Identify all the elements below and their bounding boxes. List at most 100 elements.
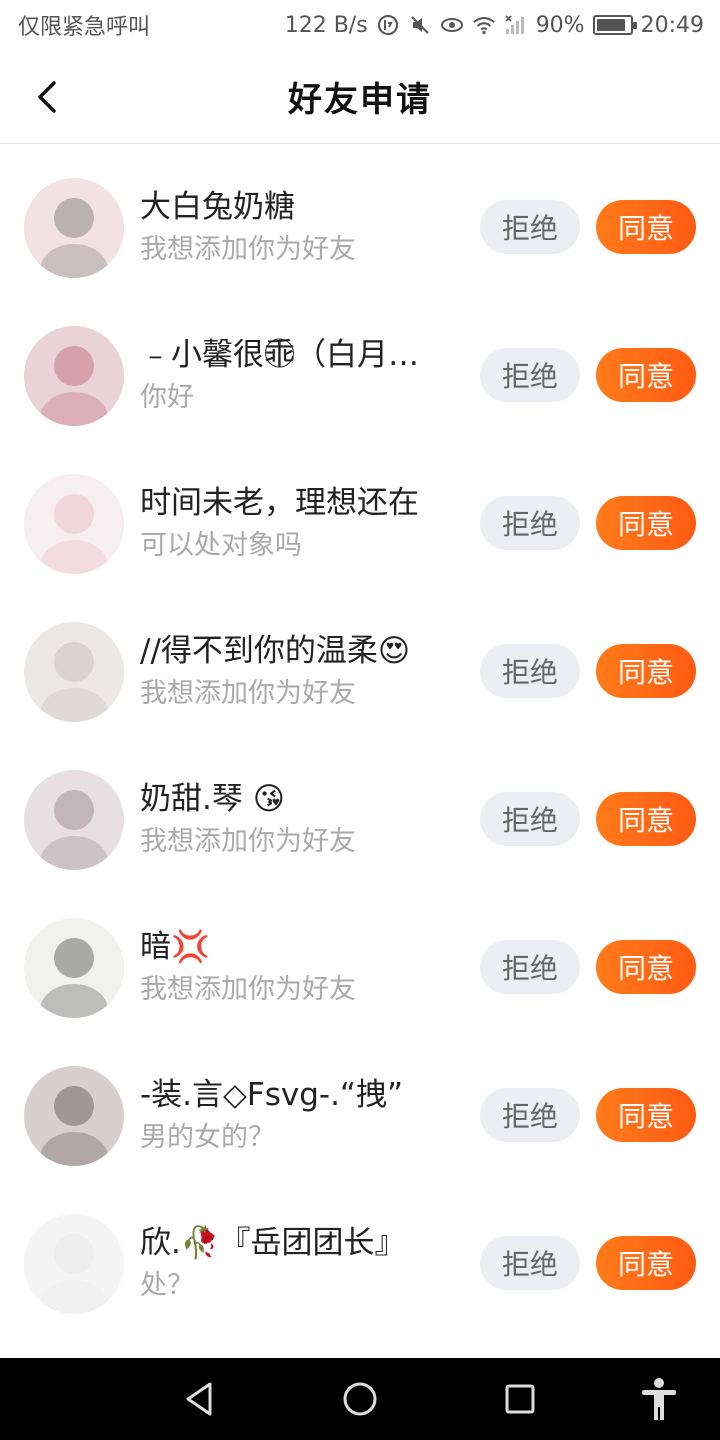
request-message: 我想添加你为好友 <box>140 678 356 709</box>
status-icons: 122 B/s 90% 20:49 <box>285 13 704 38</box>
network-speed: 122 B/s <box>284 12 368 38</box>
request-info: //得不到你的温柔😍 我想添加你为好友 <box>140 630 460 714</box>
clock: 20:49 <box>640 12 704 38</box>
avatar[interactable] <box>24 178 124 278</box>
friend-request-row: //得不到你的温柔😍 我想添加你为好友 拒绝 同意 <box>0 598 720 746</box>
avatar[interactable] <box>24 770 124 870</box>
accept-button[interactable]: 同意 <box>596 644 696 698</box>
battery-level <box>596 19 626 31</box>
requester-name[interactable]: //得不到你的温柔😍 <box>140 630 460 672</box>
friend-request-row: 暗💢 我想添加你为好友 拒绝 同意 <box>0 894 720 1042</box>
avatar[interactable] <box>24 918 124 1018</box>
avatar-image <box>24 622 124 722</box>
request-message: 我想添加你为好友 <box>140 234 356 265</box>
requester-name[interactable]: ﹣小馨很乖⃝（白月… <box>140 334 460 376</box>
requester-name[interactable]: 时间未老，理想还在 <box>140 482 460 524</box>
home-nav-button[interactable] <box>337 1376 383 1422</box>
request-info: 时间未老，理想还在 可以处对象吗 <box>140 482 460 566</box>
friend-request-row: 奶甜.琴 😘 我想添加你为好友 拒绝 同意 <box>0 746 720 894</box>
request-message: 男的女的？ <box>140 1122 275 1153</box>
request-message: 可以处对象吗 <box>140 530 302 561</box>
request-actions: 拒绝 同意 <box>480 1088 696 1142</box>
friend-request-row: ﹣小馨很乖⃝（白月… 你好 拒绝 同意 <box>0 302 720 450</box>
page-title: 好友申请 <box>288 80 432 120</box>
avatar[interactable] <box>24 1066 124 1166</box>
requester-name[interactable]: 暗💢 <box>140 926 460 968</box>
accept-button[interactable]: 同意 <box>596 496 696 550</box>
avatar-image <box>24 918 124 1018</box>
avatar-image <box>24 770 124 870</box>
accessibility-button[interactable] <box>636 1376 682 1422</box>
reject-button[interactable]: 拒绝 <box>480 348 580 402</box>
request-info: 奶甜.琴 😘 我想添加你为好友 <box>140 778 460 862</box>
requester-name[interactable]: 奶甜.琴 😘 <box>140 778 460 820</box>
accept-button[interactable]: 同意 <box>596 792 696 846</box>
request-actions: 拒绝 同意 <box>480 940 696 994</box>
friend-request-row: 欣.🥀『岳团团长』 处？ 拒绝 同意 <box>0 1190 720 1338</box>
request-message: 你好 <box>140 382 194 413</box>
request-info: -装.言◇Fsvg-.“拽” 男的女的？ <box>140 1074 460 1158</box>
avatar-image <box>24 178 124 278</box>
header: 好友申请 <box>0 50 720 144</box>
request-actions: 拒绝 同意 <box>480 496 696 550</box>
request-message: 我想添加你为好友 <box>140 974 356 1005</box>
avatar-image <box>24 326 124 426</box>
accept-button[interactable]: 同意 <box>596 940 696 994</box>
reject-button[interactable]: 拒绝 <box>480 644 580 698</box>
accessibility-icon <box>642 1378 676 1420</box>
reject-button[interactable]: 拒绝 <box>480 1236 580 1290</box>
circle-home-icon <box>343 1382 377 1416</box>
battery-percent: 90% <box>535 12 585 38</box>
status-bar: 仅限紧急呼叫 122 B/s 90% 20:49 <box>0 0 720 50</box>
request-info: 暗💢 我想添加你为好友 <box>140 926 460 1010</box>
square-recents-icon <box>505 1384 535 1414</box>
avatar[interactable] <box>24 326 124 426</box>
request-info: 欣.🥀『岳团团长』 处？ <box>140 1222 460 1306</box>
mute-icon <box>408 13 432 37</box>
request-message: 处？ <box>140 1270 194 1301</box>
accept-button[interactable]: 同意 <box>596 1236 696 1290</box>
reject-button[interactable]: 拒绝 <box>480 1088 580 1142</box>
recents-nav-button[interactable] <box>497 1376 543 1422</box>
request-actions: 拒绝 同意 <box>480 1236 696 1290</box>
eye-icon <box>440 13 464 37</box>
back-nav-button[interactable] <box>176 1376 222 1422</box>
accept-button[interactable]: 同意 <box>596 1088 696 1142</box>
avatar-image <box>24 1214 124 1314</box>
request-actions: 拒绝 同意 <box>480 348 696 402</box>
request-actions: 拒绝 同意 <box>480 644 696 698</box>
friend-request-row: 时间未老，理想还在 可以处对象吗 拒绝 同意 <box>0 450 720 598</box>
signal-icon <box>504 13 528 37</box>
system-nav-bar <box>0 1358 720 1440</box>
carrier-text: 仅限紧急呼叫 <box>18 15 151 40</box>
triangle-back-icon <box>186 1382 212 1416</box>
request-actions: 拒绝 同意 <box>480 792 696 846</box>
reject-button[interactable]: 拒绝 <box>480 200 580 254</box>
friend-request-row: 大白兔奶糖 我想添加你为好友 拒绝 同意 <box>0 154 720 302</box>
chevron-left-icon <box>38 81 56 113</box>
friend-request-row: -装.言◇Fsvg-.“拽” 男的女的？ 拒绝 同意 <box>0 1042 720 1190</box>
request-info: ﹣小馨很乖⃝（白月… 你好 <box>140 334 460 418</box>
accept-button[interactable]: 同意 <box>596 200 696 254</box>
reject-button[interactable]: 拒绝 <box>480 496 580 550</box>
avatar-image <box>24 474 124 574</box>
avatar[interactable] <box>24 622 124 722</box>
wifi-icon <box>472 13 496 37</box>
back-button[interactable] <box>22 72 72 122</box>
request-info: 大白兔奶糖 我想添加你为好友 <box>140 186 460 270</box>
request-actions: 拒绝 同意 <box>480 200 696 254</box>
friend-requests-screen: 仅限紧急呼叫 122 B/s 90% 20:49 好友申请 大白兔奶糖 我想添加… <box>0 0 720 1440</box>
battery-icon <box>592 15 637 35</box>
requester-name[interactable]: -装.言◇Fsvg-.“拽” <box>140 1074 460 1116</box>
avatar-image <box>24 1066 124 1166</box>
reject-button[interactable]: 拒绝 <box>480 940 580 994</box>
request-message: 我想添加你为好友 <box>140 826 356 857</box>
avatar[interactable] <box>24 474 124 574</box>
requester-name[interactable]: 大白兔奶糖 <box>140 186 460 228</box>
requester-name[interactable]: 欣.🥀『岳团团长』 <box>140 1222 460 1264</box>
avatar[interactable] <box>24 1214 124 1314</box>
accept-button[interactable]: 同意 <box>596 348 696 402</box>
friend-request-list: 大白兔奶糖 我想添加你为好友 拒绝 同意 ﹣小馨很乖⃝（白月… 你好 拒绝 同意 <box>0 154 720 1338</box>
reject-button[interactable]: 拒绝 <box>480 792 580 846</box>
data-saver-icon <box>376 13 400 37</box>
